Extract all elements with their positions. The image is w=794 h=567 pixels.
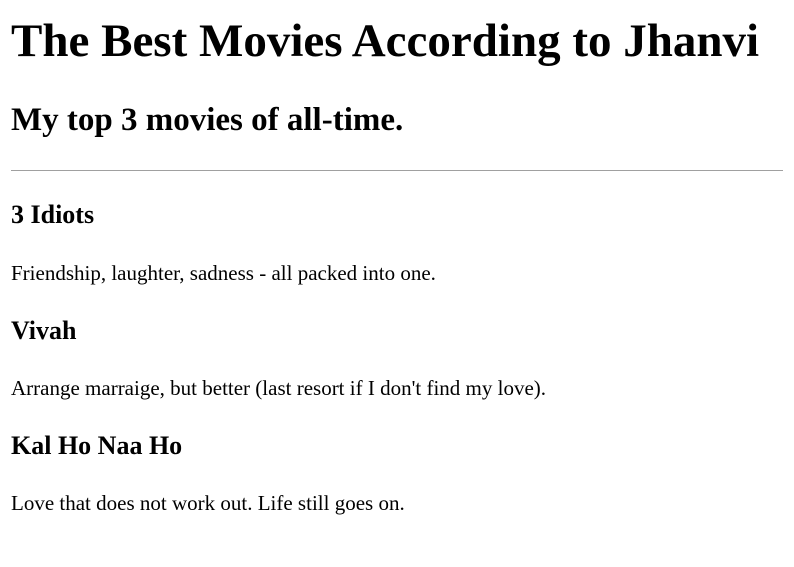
movie-description-3-idiots: Friendship, laughter, sadness - all pack… — [11, 261, 436, 285]
page: The Best Movies According to Jhanvi My t… — [0, 0, 794, 567]
movie-description-vivah: Arrange marraige, but better (last resor… — [11, 376, 547, 400]
movie-description-kal-ho-naa-ho: Love that does not work out. Life still … — [11, 491, 405, 515]
page-title: The Best Movies According to Jhanvi — [11, 15, 760, 67]
page-subtitle: My top 3 movies of all-time. — [11, 102, 404, 138]
movie-title-kal-ho-naa-ho: Kal Ho Naa Ho — [11, 431, 183, 460]
divider — [11, 170, 783, 171]
movie-title-vivah: Vivah — [11, 316, 77, 345]
movie-title-3-idiots: 3 Idiots — [11, 200, 95, 229]
